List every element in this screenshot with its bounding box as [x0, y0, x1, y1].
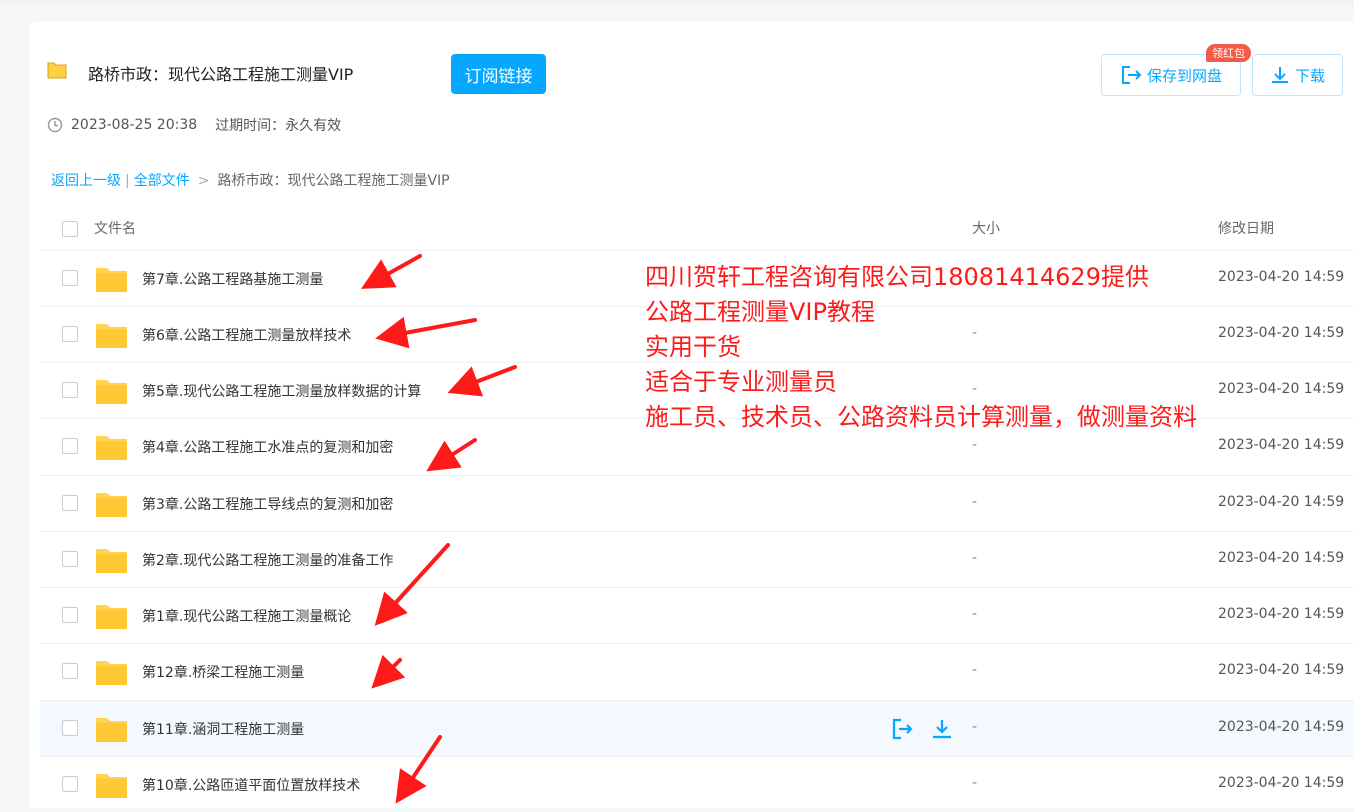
file-date: 2023-04-20 14:59 [1218, 719, 1345, 735]
breadcrumb-all-files-link[interactable]: 全部文件 [134, 173, 190, 189]
select-all-checkbox[interactable] [62, 221, 78, 237]
download-icon [1271, 67, 1288, 83]
row-checkbox[interactable] [62, 270, 78, 286]
table-row[interactable]: 第3章.公路工程施工导线点的复测和加密 - 2023-04-20 14:59 [40, 475, 1354, 531]
file-size: - [972, 550, 978, 566]
folder-icon [96, 268, 127, 292]
file-name[interactable]: 第11章.涵洞工程施工测量 [142, 719, 304, 739]
breadcrumb: 返回上一级 | 全部文件 > 路桥市政：现代公路工程施工测量VIP [51, 170, 450, 190]
table-row[interactable]: 第12章.桥梁工程施工测量 - 2023-04-20 14:59 [40, 643, 1354, 699]
file-name[interactable]: 第5章.现代公路工程施工测量放样数据的计算 [142, 381, 421, 401]
file-size: - [972, 494, 978, 510]
file-size: - [972, 719, 978, 735]
file-name[interactable]: 第2章.现代公路工程施工测量的准备工作 [142, 550, 393, 570]
share-meta: 2023-08-25 20:38 过期时间：永久有效 [47, 115, 341, 135]
row-checkbox[interactable] [62, 607, 78, 623]
folder-icon [96, 718, 127, 742]
breadcrumb-chevron-icon: > [197, 173, 210, 189]
save-to-cloud-icon[interactable] [890, 717, 914, 741]
row-checkbox[interactable] [62, 551, 78, 567]
row-checkbox[interactable] [62, 663, 78, 679]
download-button[interactable]: 下载 [1252, 54, 1343, 96]
folder-icon [96, 661, 127, 685]
clock-icon [47, 117, 63, 133]
row-checkbox[interactable] [62, 495, 78, 511]
folder-icon [96, 324, 127, 348]
file-date: 2023-04-20 14:59 [1218, 437, 1345, 453]
file-name[interactable]: 第3章.公路工程施工导线点的复测和加密 [142, 494, 393, 514]
row-checkbox[interactable] [62, 438, 78, 454]
folder-icon [96, 493, 127, 517]
promo-annotation: 四川贺轩工程咨询有限公司18081414629提供 公路工程测量VIP教程 实用… [645, 260, 1197, 435]
file-date: 2023-04-20 14:59 [1218, 606, 1345, 622]
file-size: - [972, 606, 978, 622]
folder-icon [96, 380, 127, 404]
folder-icon [47, 62, 67, 79]
save-to-cloud-label: 保存到网盘 [1146, 66, 1222, 85]
annotation-line: 公路工程测量VIP教程 [645, 298, 875, 326]
file-date: 2023-04-20 14:59 [1218, 775, 1345, 791]
file-date: 2023-04-20 14:59 [1218, 269, 1345, 285]
file-date: 2023-04-20 14:59 [1218, 381, 1345, 397]
breadcrumb-separator: | [125, 173, 130, 189]
top-divider [0, 0, 1354, 4]
created-time: 2023-08-25 20:38 [71, 117, 198, 133]
folder-icon [96, 774, 127, 798]
table-row[interactable]: 第2章.现代公路工程施工测量的准备工作 - 2023-04-20 14:59 [40, 531, 1354, 587]
file-date: 2023-04-20 14:59 [1218, 494, 1345, 510]
download-icon[interactable] [930, 717, 954, 741]
annotation-line: 施工员、技术员、公路资料员计算测量，做测量资料 [645, 403, 1197, 431]
folder-icon [96, 549, 127, 573]
folder-icon [96, 436, 127, 460]
file-date: 2023-04-20 14:59 [1218, 550, 1345, 566]
file-size: - [972, 662, 978, 678]
column-size-header[interactable]: 大小 [972, 218, 1000, 238]
file-name[interactable]: 第10章.公路匝道平面位置放样技术 [142, 775, 360, 795]
download-label: 下载 [1294, 66, 1325, 85]
breadcrumb-current: 路桥市政：现代公路工程施工测量VIP [217, 173, 450, 189]
annotation-line: 适合于专业测量员 [645, 368, 837, 396]
share-title: 路桥市政：现代公路工程施工测量VIP [88, 65, 354, 84]
row-checkbox[interactable] [62, 720, 78, 736]
annotation-line: 实用干货 [645, 333, 741, 361]
annotation-line: 四川贺轩工程咨询有限公司18081414629提供 [645, 263, 1149, 291]
table-header: 文件名 大小 修改日期 [40, 206, 1354, 250]
file-size: - [972, 775, 978, 791]
file-date: 2023-04-20 14:59 [1218, 325, 1345, 341]
file-name[interactable]: 第12章.桥梁工程施工测量 [142, 662, 304, 682]
file-name[interactable]: 第7章.公路工程路基施工测量 [142, 269, 323, 289]
red-packet-badge[interactable]: 领红包 [1206, 44, 1251, 62]
file-size: - [972, 437, 978, 453]
save-to-cloud-icon [1121, 66, 1142, 84]
folder-icon [96, 605, 127, 629]
row-checkbox[interactable] [62, 776, 78, 792]
file-date: 2023-04-20 14:59 [1218, 662, 1345, 678]
table-row[interactable]: 第11章.涵洞工程施工测量 - 2023-04-20 14:59 [40, 700, 1354, 756]
subscribe-button[interactable]: 订阅链接 [451, 54, 546, 94]
file-name[interactable]: 第1章.现代公路工程施工测量概论 [142, 606, 351, 626]
expiry-text: 过期时间：永久有效 [215, 118, 342, 134]
table-row[interactable]: 第1章.现代公路工程施工测量概论 - 2023-04-20 14:59 [40, 587, 1354, 643]
column-name-header[interactable]: 文件名 [94, 218, 136, 238]
breadcrumb-back-link[interactable]: 返回上一级 [51, 173, 121, 189]
column-date-header[interactable]: 修改日期 [1218, 218, 1274, 238]
table-row[interactable]: 第10章.公路匝道平面位置放样技术 - 2023-04-20 14:59 [40, 756, 1354, 812]
file-name[interactable]: 第4章.公路工程施工水准点的复测和加密 [142, 437, 393, 457]
row-checkbox[interactable] [62, 382, 78, 398]
row-checkbox[interactable] [62, 326, 78, 342]
file-name[interactable]: 第6章.公路工程施工测量放样技术 [142, 325, 351, 345]
row-actions [890, 717, 954, 741]
